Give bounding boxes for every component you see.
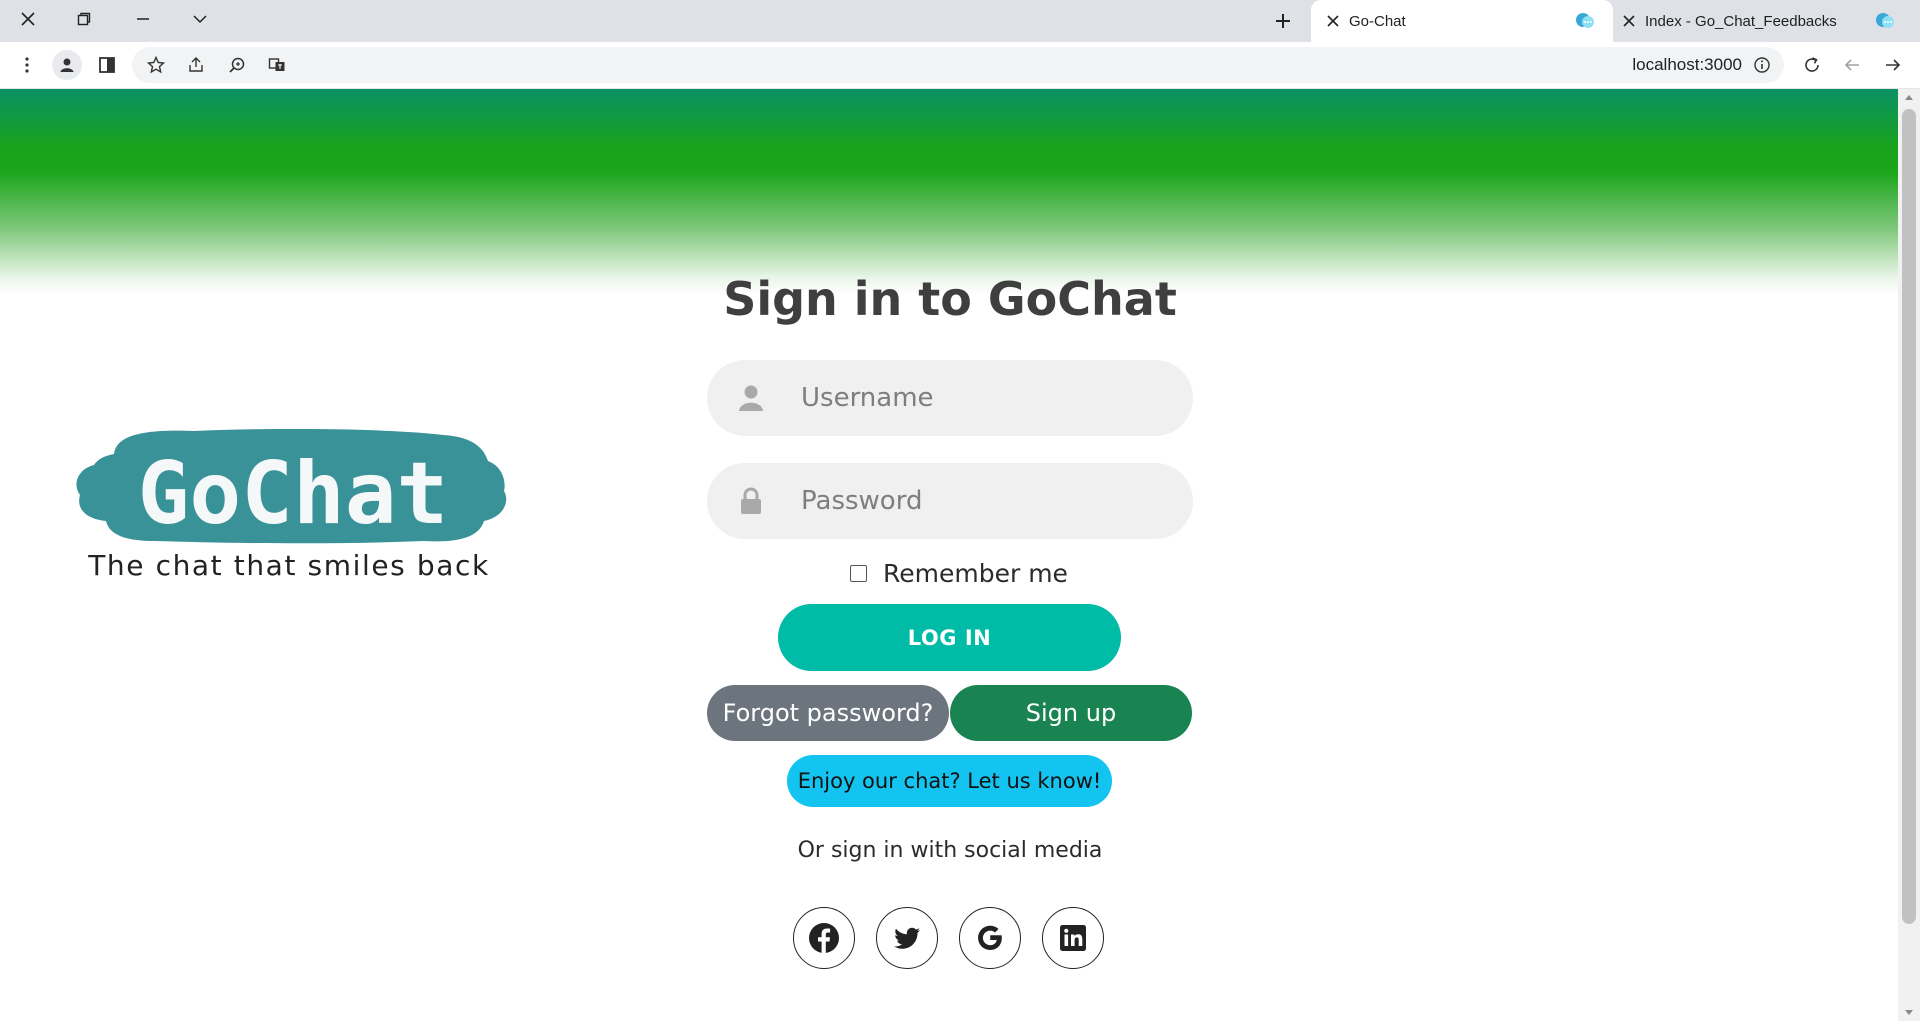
user-icon: [739, 385, 763, 411]
logo-cloud-badge: GoChat: [76, 428, 507, 544]
tab-search-chevron-icon[interactable]: [172, 0, 228, 38]
gochat-logo: GoChat The chat that smiles back: [64, 428, 514, 599]
feedback-button[interactable]: Enjoy our chat? Let us know!: [787, 755, 1112, 807]
share-icon[interactable]: [186, 55, 206, 75]
logo-brand-text: GoChat: [138, 444, 449, 544]
remember-me[interactable]: Remember me: [850, 553, 1068, 593]
header-banner: [0, 89, 1898, 294]
tab-close-icon[interactable]: [1623, 15, 1635, 27]
chat-favicon-icon: [1876, 13, 1894, 28]
site-info-icon[interactable]: [1752, 55, 1772, 75]
tab-go-chat[interactable]: Go-Chat: [1311, 0, 1613, 42]
logo-tagline: The chat that smiles back: [88, 549, 490, 582]
page-viewport: GoChat The chat that smiles back Sign in…: [0, 89, 1898, 1021]
forgot-password-button[interactable]: Forgot password?: [707, 685, 949, 741]
password-field[interactable]: [707, 463, 1193, 539]
linkedin-icon: [1060, 925, 1086, 951]
remember-me-label: Remember me: [883, 558, 1068, 588]
tab-title: Go-Chat: [1349, 12, 1406, 30]
scroll-down-arrow-icon[interactable]: [1898, 1005, 1920, 1021]
username-input[interactable]: [801, 360, 1171, 436]
translate-icon[interactable]: [267, 55, 287, 75]
side-panel-icon[interactable]: [92, 50, 122, 80]
address-bar[interactable]: localhost:3000: [132, 47, 1784, 83]
page-title: Sign in to GoChat: [723, 272, 1177, 326]
new-tab-icon[interactable]: [1268, 9, 1298, 33]
linkedin-button[interactable]: [1042, 907, 1104, 969]
minimize-window-icon[interactable]: [115, 0, 171, 38]
facebook-icon: [809, 923, 839, 953]
restore-window-icon[interactable]: [56, 0, 112, 38]
back-arrow-icon[interactable]: [1837, 50, 1867, 80]
reload-icon[interactable]: [1797, 50, 1827, 80]
login-button[interactable]: LOG IN: [778, 604, 1121, 671]
twitter-icon: [894, 927, 920, 949]
browser-titlebar: Go-Chat Index - Go_Chat_Feedbacks: [0, 0, 1920, 42]
tab-go-chat-feedbacks[interactable]: Index - Go_Chat_Feedbacks: [1613, 0, 1920, 42]
scrollbar-thumb[interactable]: [1902, 109, 1916, 924]
page-scrollbar[interactable]: [1898, 89, 1920, 1021]
google-button[interactable]: [959, 907, 1021, 969]
forward-arrow-icon[interactable]: [1878, 50, 1908, 80]
lock-icon: [741, 487, 761, 514]
password-input[interactable]: [801, 463, 1171, 539]
facebook-button[interactable]: [793, 907, 855, 969]
tab-title: Index - Go_Chat_Feedbacks: [1645, 12, 1837, 30]
profile-icon[interactable]: [52, 50, 82, 80]
social-login-text: Or sign in with social media: [797, 838, 1103, 863]
bookmark-star-icon[interactable]: [146, 55, 166, 75]
close-window-icon[interactable]: [0, 0, 56, 38]
scroll-up-arrow-icon[interactable]: [1898, 89, 1920, 105]
sign-up-button[interactable]: Sign up: [950, 685, 1192, 741]
twitter-button[interactable]: [876, 907, 938, 969]
url-text: localhost:3000: [1632, 55, 1742, 74]
remember-me-checkbox[interactable]: [850, 564, 867, 582]
zoom-icon[interactable]: [227, 55, 247, 75]
browser-toolbar: localhost:3000: [0, 42, 1920, 89]
tab-close-icon[interactable]: [1327, 15, 1339, 27]
google-icon: [978, 925, 1002, 950]
menu-kebab-icon[interactable]: [12, 50, 42, 80]
username-field[interactable]: [707, 360, 1193, 436]
chat-favicon-icon: [1576, 13, 1594, 28]
